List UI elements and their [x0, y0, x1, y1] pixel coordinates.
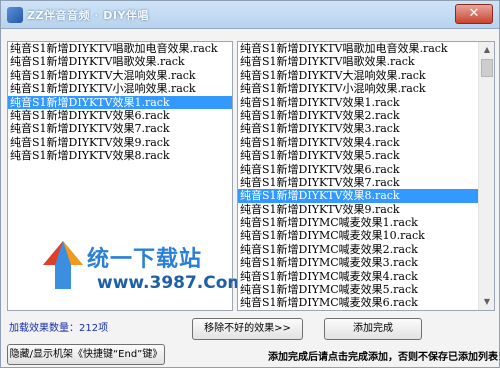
scroll-down-icon[interactable]: ▼	[479, 294, 494, 310]
title-bar[interactable]: ZZ伴音音频 · DIY伴唱 ✕	[1, 1, 499, 29]
finish-adding-button[interactable]: 添加完成	[324, 318, 422, 340]
scroll-thumb[interactable]	[481, 59, 493, 77]
list-item[interactable]: 纯音S1新增DIYMC喊麦效果3.rack	[238, 256, 494, 269]
list-item[interactable]: 纯音S1新增DIYKTV效果7.rack	[238, 176, 494, 189]
scroll-up-icon[interactable]: ▲	[479, 42, 494, 58]
list-item[interactable]: 纯音S1新增DIYMC喊麦效果10.rack	[238, 229, 494, 242]
download-site-logo-icon	[43, 241, 83, 289]
list-item-selected[interactable]: 纯音S1新增DIYKTV效果1.rack	[8, 95, 232, 109]
list-item[interactable]: 纯音S1新增DIYKTV大混响效果.rack	[238, 69, 494, 82]
effect-count-label: 加载效果数量：212项	[9, 323, 109, 334]
list-item[interactable]: 纯音S1新增DIYKTV唱歌加电音效果.rack	[238, 42, 494, 55]
list-item[interactable]: 纯音S1新增DIYMC喊麦效果5.rack	[238, 283, 494, 296]
list-item[interactable]: 纯音S1新增DIYKTV唱歌效果.rack	[8, 55, 232, 68]
list-item[interactable]: 纯音S1新增DIYKTV效果8.rack	[8, 149, 232, 162]
window-title: ZZ伴音音频 · DIY伴唱	[27, 9, 149, 22]
remove-bad-effects-button[interactable]: 移除不好的效果>>	[192, 318, 303, 340]
list-item[interactable]: 纯音S1新增DIYKTV效果7.rack	[8, 122, 232, 135]
close-button[interactable]: ✕	[455, 4, 493, 24]
list-item[interactable]: 纯音S1新增DIYKTV小混响效果.rack	[238, 82, 494, 95]
watermark: 统一下载站 www.3987.Com	[41, 237, 245, 299]
save-notice: 添加完成后请点击完成添加，否则不保存已添加列表！	[268, 352, 500, 363]
app-logo-icon	[7, 7, 23, 23]
list-item[interactable]: 纯音S1新增DIYKTV效果5.rack	[238, 149, 494, 162]
list-item[interactable]: 纯音S1新增DIYKTV效果6.rack	[238, 163, 494, 176]
right-effect-list[interactable]: 纯音S1新增DIYKTV唱歌加电音效果.rack 纯音S1新增DIYKTV唱歌效…	[237, 41, 495, 311]
list-item[interactable]: 纯音S1新增DIYKTV效果2.rack	[238, 109, 494, 122]
list-item[interactable]: 纯音S1新增DIYMC喊麦效果6.rack	[238, 296, 494, 309]
vertical-scrollbar[interactable]: ▲ ▼	[478, 42, 494, 310]
list-item[interactable]: 纯音S1新增DIYKTV唱歌加电音效果.rack	[8, 42, 232, 55]
list-item[interactable]: 纯音S1新增DIYKTV效果3.rack	[238, 122, 494, 135]
list-item[interactable]: 纯音S1新增DIYMC喊麦效果1.rack	[238, 216, 494, 229]
toggle-rack-button[interactable]: 隐藏/显示机架《快捷键“End”键》	[7, 344, 165, 365]
list-item[interactable]: 纯音S1新增DIYKTV效果9.rack	[8, 136, 232, 149]
list-item[interactable]: 纯音S1新增DIYKTV唱歌效果.rack	[238, 55, 494, 68]
list-item[interactable]: 纯音S1新增DIYKTV效果6.rack	[8, 109, 232, 122]
list-item[interactable]: 纯音S1新增DIYMC喊麦效果4.rack	[238, 270, 494, 283]
list-item[interactable]: 纯音S1新增DIYKTV效果9.rack	[238, 203, 494, 216]
main-window: ZZ伴音音频 · DIY伴唱 ✕ 纯音S1新增DIYKTV唱歌加电音效果.rac…	[0, 0, 500, 368]
list-item[interactable]: 纯音S1新增DIYKTV效果1.rack	[238, 96, 494, 109]
list-item-selected[interactable]: 纯音S1新增DIYKTV效果8.rack	[238, 189, 494, 203]
list-item[interactable]: 纯音S1新增DIYKTV效果4.rack	[238, 136, 494, 149]
list-item[interactable]: 纯音S1新增DIYKTV大混响效果.rack	[8, 69, 232, 82]
list-item[interactable]: 纯音S1新增DIYKTV小混响效果.rack	[8, 82, 232, 95]
watermark-title: 统一下载站	[87, 247, 203, 272]
list-item[interactable]: 纯音S1新增DIYMC喊麦效果2.rack	[238, 243, 494, 256]
watermark-url: www.3987.Com	[97, 273, 246, 293]
